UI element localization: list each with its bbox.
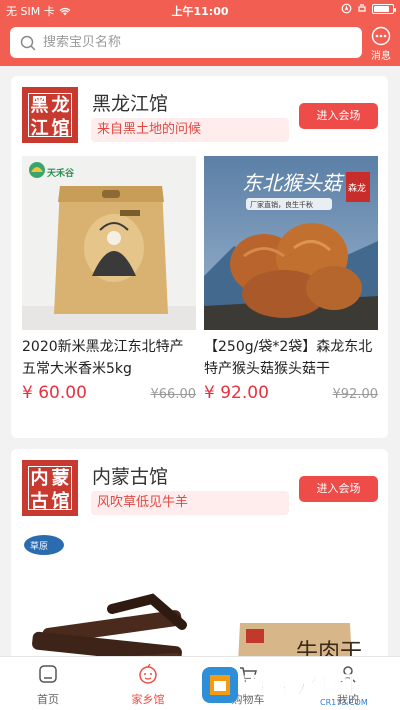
battery-icon [372, 3, 396, 14]
seal-char: 江 [30, 118, 49, 139]
alarm-icon [358, 4, 366, 12]
product-banner-subtext: 厂家直销，良生千秋 [250, 200, 313, 209]
app-header: 无 SIM 卡 上午11:00 搜索宝贝名称 消息 [0, 0, 400, 66]
message-label: 消息 [371, 51, 391, 62]
home-icon [39, 665, 57, 683]
hall-slogan: 来自黑土地的问候 [91, 118, 289, 142]
search-icon [20, 35, 36, 50]
product-original-price: ¥66.00 [150, 387, 197, 402]
tab-hometown-hall[interactable]: 家乡馆 [108, 663, 188, 707]
seal-char: 龙 [51, 95, 70, 116]
price-row: ¥ 60.00 ¥66.00 [22, 383, 196, 413]
seal-char: 馆 [51, 118, 70, 139]
seal-char: 馆 [51, 491, 70, 512]
product-card[interactable]: 草原 [22, 529, 196, 659]
hall-seal-logo: 内 蒙 古 馆 [22, 460, 78, 516]
hall-title: 黑龙江馆 [92, 93, 169, 115]
watermark-text: 西西软件园 [244, 673, 354, 699]
hall-slogan: 风吹草低见牛羊 [91, 491, 289, 515]
status-right [341, 3, 396, 14]
message-icon [371, 26, 391, 46]
tab-home[interactable]: 首页 [8, 663, 88, 707]
tab-label: 家乡馆 [131, 693, 165, 706]
product-name: 2020新米黑龙江东北特产五常大米香米5kg [22, 339, 184, 377]
message-button[interactable]: 消息 [367, 26, 395, 62]
hall-card-inner-mongolia: 内 蒙 古 馆 内蒙古馆 风吹草低见牛羊 进入会场 草原 牛肉干 [11, 449, 388, 659]
product-price: ¥ 60.00 [22, 383, 87, 403]
hall-title: 内蒙古馆 [92, 466, 169, 488]
search-input[interactable] [43, 35, 343, 50]
product-image-rice[interactable]: 天禾谷 [22, 156, 196, 330]
product-seal-text: 森龙 [348, 182, 366, 194]
enter-venue-button[interactable]: 进入会场 [299, 103, 378, 129]
hall-seal-logo: 黑 龙 江 馆 [22, 87, 78, 143]
product-banner-text: 东北猴头菇 [242, 171, 345, 195]
location-icon [341, 3, 352, 14]
product-image-beef-pack[interactable]: 牛肉干 [204, 529, 378, 659]
product-image-mushroom[interactable]: 东北猴头菇 厂家直销，良生千秋 森龙 [204, 156, 378, 330]
watermark-subtext: CR173.COM [320, 698, 368, 707]
enter-venue-button[interactable]: 进入会场 [299, 476, 378, 502]
product-price: ¥ 92.00 [204, 383, 269, 403]
face-icon [139, 663, 157, 684]
seal-char: 蒙 [51, 468, 70, 489]
status-bar: 无 SIM 卡 上午11:00 [0, 0, 400, 20]
status-time: 上午11:00 [171, 5, 229, 18]
watermark-logo: 西西软件园 CR173.COM [202, 667, 368, 707]
price-row: ¥ 92.00 ¥92.00 [204, 383, 378, 413]
product-name: 【250g/袋*2袋】森龙东北特产猴头菇猴头菇干 [204, 339, 373, 377]
brand-logo-text: 天禾谷 [47, 167, 75, 179]
product-original-price: ¥92.00 [332, 387, 379, 402]
seal-char: 内 [30, 468, 49, 489]
seal-char: 黑 [30, 95, 49, 116]
hall-card-heilongjiang: 黑 龙 江 馆 黑龙江馆 来自黑土地的问候 进入会场 天禾谷 2020新米黑龙江… [11, 76, 388, 438]
tab-label: 首页 [37, 693, 59, 706]
product-card[interactable]: 牛肉干 [204, 529, 378, 659]
product-card[interactable]: 东北猴头菇 厂家直销，良生千秋 森龙 【250g/袋*2袋】森龙东北特产猴头菇猴… [204, 156, 378, 413]
product-image-beef-jerky[interactable]: 草原 [22, 529, 196, 659]
seal-char: 古 [30, 491, 49, 512]
brand-logo-text: 草原 [30, 540, 48, 552]
product-card[interactable]: 天禾谷 2020新米黑龙江东北特产五常大米香米5kg ¥ 60.00 ¥66.0… [22, 156, 196, 413]
search-bar[interactable] [10, 27, 362, 58]
